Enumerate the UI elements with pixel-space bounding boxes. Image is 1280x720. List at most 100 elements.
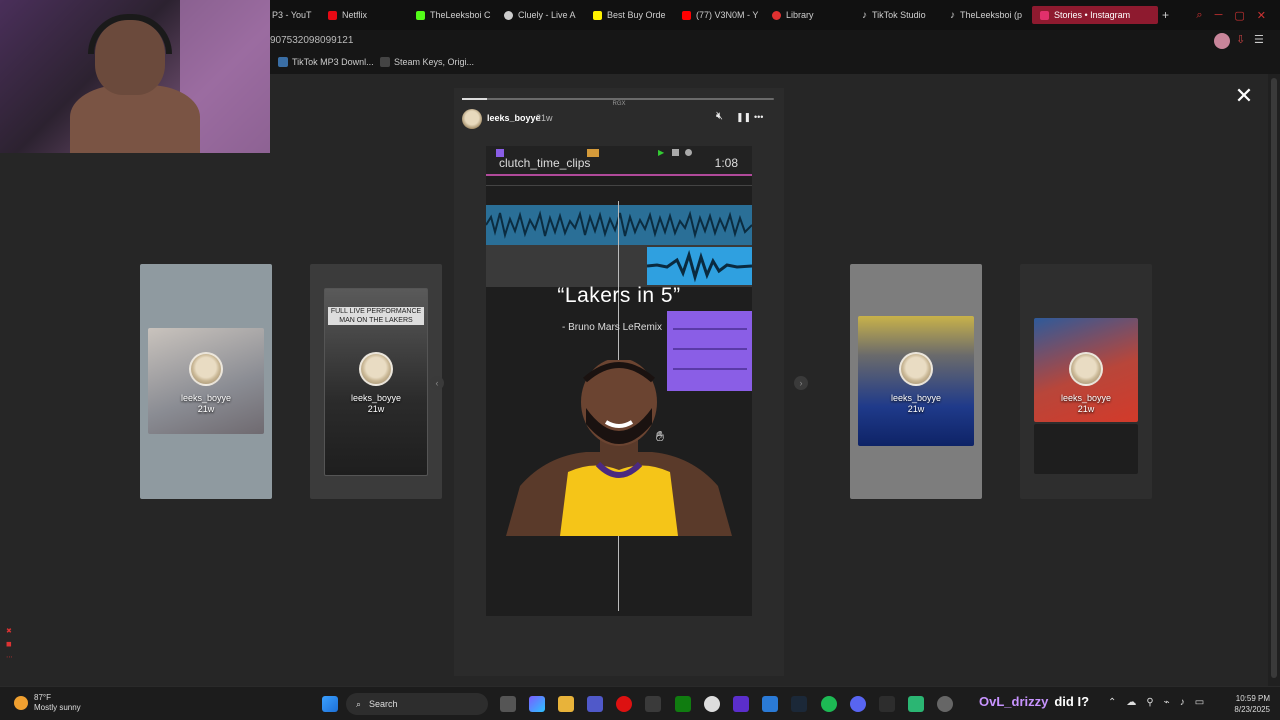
clock-time: 10:59 PM: [1235, 694, 1270, 703]
tab-tiktok-leeksboi[interactable]: ♪ TheLeeksboi (p: [950, 6, 1022, 24]
tab-netflix[interactable]: Netflix: [328, 6, 367, 24]
story-username: leeks_boyye: [180, 393, 232, 403]
story-preview-4[interactable]: leeks_boyye 21w: [1020, 264, 1152, 499]
search-placeholder: Search: [369, 699, 398, 709]
tab-youtube-venom[interactable]: (77) V3N0M - Y: [682, 6, 758, 24]
story-preview-1[interactable]: leeks_boyye 21w: [140, 264, 272, 499]
opera-gx-icon[interactable]: [616, 696, 632, 712]
cluely-icon: [504, 10, 513, 20]
story-user-avatar[interactable]: [462, 109, 482, 129]
user-avatar: [899, 352, 933, 386]
search-tabs-icon[interactable]: ⌕: [1196, 9, 1202, 22]
bookmark-tiktok-mp3[interactable]: TikTok MP3 Downl...: [278, 57, 374, 67]
taskbar-search[interactable]: ⌕ Search: [346, 693, 488, 715]
daw-audio-track-2: [646, 247, 753, 285]
app-icon[interactable]: [733, 696, 749, 712]
tab-instagram-stories[interactable]: Stories • Instagram: [1032, 6, 1158, 24]
file-explorer-icon[interactable]: [558, 696, 574, 712]
tab-bestbuy[interactable]: Best Buy Orde: [593, 6, 666, 24]
stream-side-icons: ✖ ◼ ⋯: [6, 625, 13, 664]
stream-chat-overlay: OvL_drizzy did I?: [979, 694, 1089, 709]
bookmark-icon: [380, 57, 390, 67]
active-story[interactable]: RGX leeks_boyye 21w 🔇︎ ❚❚ ••• ▶ clutch_t…: [454, 88, 784, 676]
app-icon[interactable]: [879, 696, 895, 712]
tab-youtube[interactable]: P3 - YouT: [272, 6, 312, 24]
maximize-icon[interactable]: ▢: [1234, 9, 1244, 22]
tab-kick[interactable]: TheLeeksboi C: [416, 6, 491, 24]
mouse-cursor-icon: ✋︎: [656, 428, 664, 444]
close-story-icon[interactable]: ✕: [1234, 85, 1254, 107]
story-username: leeks_boyye: [350, 393, 402, 403]
daw-ruler: [486, 176, 752, 186]
story-preview-caption-area: [1034, 424, 1138, 474]
story-age: 21w: [367, 404, 385, 414]
weather-condition: Mostly sunny: [34, 703, 81, 712]
stop-icon: [672, 149, 679, 156]
story-preview-2[interactable]: FULL LIVE PERFORMANCE MAN ON THE LAKERS …: [310, 264, 442, 499]
story-preview-3[interactable]: leeks_boyye 21w: [850, 264, 982, 499]
next-story-button[interactable]: ›: [794, 376, 808, 390]
sun-icon: [14, 696, 28, 710]
stream-icon: ✖: [6, 628, 12, 635]
record-icon: [685, 149, 692, 156]
tiktok-icon: ♪: [950, 9, 955, 21]
streamer-webcam: [0, 0, 270, 153]
user-avatar: [359, 352, 393, 386]
app-icon[interactable]: [704, 696, 720, 712]
kick-icon: [416, 10, 425, 20]
minimize-icon[interactable]: ─: [1215, 9, 1223, 21]
url-text[interactable]: 907532098099121: [270, 35, 353, 46]
chat-username: OvL_drizzy: [979, 694, 1049, 709]
window-controls: ⌕ ─ ▢ ✕: [1196, 0, 1280, 30]
tab-tiktok-studio[interactable]: ♪ TikTok Studio: [862, 6, 926, 24]
steam-icon[interactable]: [791, 696, 807, 712]
teams-icon[interactable]: [587, 696, 603, 712]
xbox-icon[interactable]: [675, 696, 691, 712]
story-username[interactable]: leeks_boyye: [487, 113, 541, 123]
task-view-icon[interactable]: [500, 696, 516, 712]
bookmark-icon: [278, 57, 288, 67]
discord-icon[interactable]: [850, 696, 866, 712]
webcam-streamer-body: [70, 85, 200, 153]
story-age: 21w: [536, 113, 553, 123]
download-icon[interactable]: ⇩: [1236, 33, 1245, 46]
page-scrollbar[interactable]: [1268, 74, 1280, 686]
headphones: [88, 14, 172, 54]
system-tray-icons[interactable]: ⌃☁⚲⌁♪▭: [1108, 697, 1214, 708]
bookmark-steam-keys[interactable]: Steam Keys, Origi...: [380, 57, 474, 67]
profile-avatar[interactable]: [1214, 33, 1230, 49]
song-title-overlay: “Lakers in 5”: [557, 284, 681, 307]
windows-start-icon[interactable]: [322, 696, 338, 712]
mute-icon[interactable]: 🔇︎: [716, 110, 723, 123]
story-age: 21w: [1077, 404, 1095, 414]
store-icon[interactable]: [645, 696, 661, 712]
story-caption: FULL LIVE PERFORMANCE MAN ON THE LAKERS: [328, 307, 424, 325]
app-icon[interactable]: [908, 696, 924, 712]
story-progress-fill: [462, 98, 487, 100]
bestbuy-icon: [593, 10, 602, 20]
tab-library[interactable]: Library: [772, 6, 814, 24]
more-options-icon[interactable]: •••: [754, 112, 763, 122]
close-window-icon[interactable]: ✕: [1257, 9, 1266, 22]
story-age: 21w: [907, 404, 925, 414]
story-age: 21w: [197, 404, 215, 414]
story-username: leeks_boyye: [1060, 393, 1112, 403]
stream-icon: ⋯: [6, 654, 13, 661]
weather-widget[interactable]: 87°F Mostly sunny: [14, 693, 81, 713]
new-tab-button[interactable]: +: [1162, 6, 1169, 24]
scrollbar-thumb[interactable]: [1271, 78, 1277, 678]
app-icon[interactable]: [762, 696, 778, 712]
pause-icon[interactable]: ❚❚: [736, 112, 751, 123]
previous-story-button[interactable]: ‹: [430, 376, 444, 390]
netflix-icon: [328, 10, 337, 20]
spotify-icon[interactable]: [821, 696, 837, 712]
waveform: [646, 249, 753, 283]
copilot-icon[interactable]: [529, 696, 545, 712]
weather-temperature: 87°F: [34, 693, 51, 702]
play-icon: ▶: [658, 148, 665, 157]
clock[interactable]: 10:59 PM 8/23/2025: [1234, 693, 1270, 715]
settings-icon[interactable]: [937, 696, 953, 712]
menu-icon[interactable]: ☰: [1254, 33, 1264, 46]
story-progress-bar: [462, 98, 774, 100]
tab-cluely[interactable]: Cluely - Live A: [504, 6, 576, 24]
